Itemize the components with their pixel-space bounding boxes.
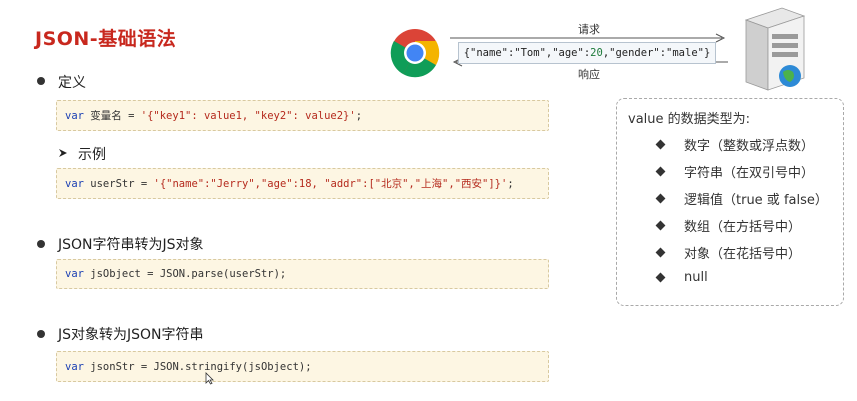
value-type-item: 字符串（在双引号中） [655,162,815,181]
json-example-num: 20 [590,47,603,59]
parse-label: JSON字符串转为JS对象 [58,237,204,253]
value-type-item: null [655,270,708,285]
definition-code: var 变量名 = '{"key1": value1, "key2": valu… [56,100,549,131]
value-type-label: 逻辑值（true 或 false） [684,193,828,208]
page-title: JSON-基础语法 [35,28,177,50]
stringify-label: JS对象转为JSON字符串 [58,327,204,343]
code-identifier: userStr = [83,177,154,190]
code-end: ; [507,177,514,190]
diamond-bullet-icon [655,247,666,258]
response-label: 响应 [578,68,600,81]
diamond-bullet-icon [655,272,666,283]
stringify-code: var jsonStr = JSON.stringify(jsObject); [56,351,549,382]
definition-label: 定义 [58,75,86,91]
code-identifier: 变量名 = [83,110,141,122]
value-type-item: 数字（整数或浮点数） [655,135,815,154]
code-string: '{"name":"Jerry","age":18, "addr":["北京",… [153,178,508,190]
server-icon [744,7,806,91]
value-type-label: 对象（在花括号中） [684,247,802,262]
code-keyword: var [65,177,84,190]
value-types-box: value 的数据类型为: 数字（整数或浮点数） 字符串（在双引号中） 逻辑值（… [616,98,844,306]
mouse-cursor-icon [205,372,214,385]
example-label: 示例 [78,147,106,163]
value-type-label: 字符串（在双引号中） [684,166,815,181]
chrome-icon [390,29,440,78]
diamond-bullet-icon [655,139,666,150]
diamond-bullet-icon [655,220,666,231]
code-keyword: var [65,268,84,280]
example-code: var userStr = '{"name":"Jerry","age":18,… [56,168,549,199]
value-types-heading: value 的数据类型为: [628,112,751,127]
value-type-label: null [684,270,708,285]
code-rest: jsonStr = JSON.stringify(jsObject); [83,360,312,373]
value-type-item: 逻辑值（true 或 false） [655,189,828,208]
bullet [37,240,45,248]
code-end: ; [355,109,363,122]
arrow-bullet-icon [59,149,67,157]
diamond-bullet-icon [655,166,666,177]
value-type-item: 对象（在花括号中） [655,243,802,262]
value-type-label: 数字（整数或浮点数） [684,139,815,154]
bullet [37,77,45,85]
code-keyword: var [65,360,84,373]
code-rest: jsObject = JSON.parse(userStr); [83,268,287,280]
diamond-bullet-icon [655,193,666,204]
json-example-box: {"name":"Tom","age": 20 ,"gender":"male"} [458,42,716,64]
code-keyword: var [65,109,84,122]
value-type-item: 数组（在方括号中） [655,216,802,235]
bullet [37,330,45,338]
parse-code: var jsObject = JSON.parse(userStr); [56,259,549,289]
value-type-label: 数组（在方括号中） [684,220,802,235]
code-string: '{"key1": value1, "key2": value2}' [140,109,356,122]
json-example-post: ,"gender":"male"} [602,47,711,59]
json-example-pre: {"name":"Tom","age": [463,47,591,59]
